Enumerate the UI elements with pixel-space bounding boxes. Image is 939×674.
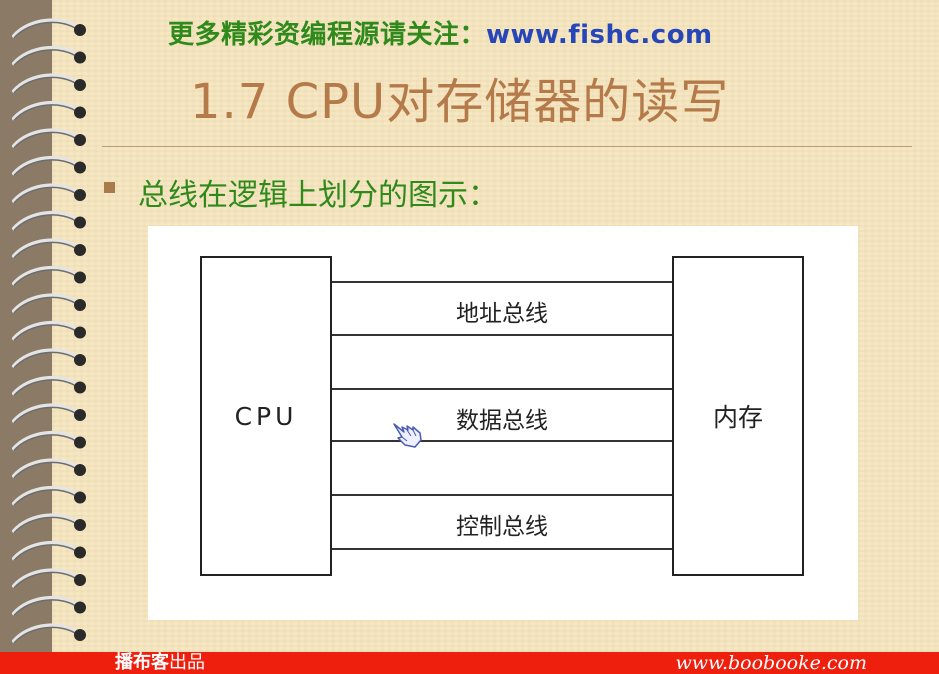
- binding-hole: [74, 216, 86, 229]
- binding-hole: [74, 519, 86, 531]
- footer-url[interactable]: www.boobooke.com: [675, 652, 867, 674]
- spiral-ring-shade: [13, 544, 79, 561]
- spiral-ring-shade: [13, 489, 79, 506]
- spiral-ring-shade: [13, 186, 79, 204]
- address-bus-label: 地址总线: [456, 301, 548, 327]
- binding-hole: [74, 51, 86, 64]
- binding-hole: [74, 299, 86, 311]
- title-divider: [102, 146, 912, 147]
- cpu-box: CPU: [200, 256, 332, 576]
- spiral-ring-shade: [13, 351, 79, 369]
- memory-box: 内存: [672, 256, 804, 576]
- footer-brand-name: 播布客: [115, 652, 169, 673]
- binding-hole: [74, 491, 86, 504]
- control-bus-top-line: [332, 494, 672, 496]
- spiral-ring-shade: [13, 406, 79, 424]
- bus-diagram: CPU 内存 地址总线 数据总线 控制总线: [148, 226, 858, 620]
- binding-hole: [74, 326, 86, 339]
- address-bus-top-line: [332, 281, 672, 283]
- binding-hole: [74, 24, 86, 36]
- binding-hole: [74, 381, 86, 394]
- footer-brand: 播布客出品: [115, 652, 205, 674]
- binding-hole: [74, 601, 86, 614]
- spiral-ring-shade: [13, 241, 79, 259]
- footer-bar: 播布客出品 www.boobooke.com: [0, 652, 939, 674]
- footer-brand-suffix: 出品: [169, 652, 205, 673]
- binding-hole: [74, 244, 86, 256]
- binding-hole: [74, 271, 86, 284]
- control-bus-label: 控制总线: [456, 514, 548, 540]
- spiral-ring-shade: [13, 214, 79, 231]
- spiral-ring-shade: [13, 461, 79, 479]
- spiral-ring-shade: [13, 379, 79, 396]
- bullet-text: 总线在逻辑上划分的图示：: [138, 178, 498, 213]
- binding-hole: [74, 106, 86, 119]
- spiral-ring-shade: [13, 131, 79, 149]
- spiral-ring-shade: [13, 296, 79, 314]
- control-bus-bottom-line: [332, 548, 672, 550]
- spiral-binding: [12, 18, 86, 644]
- binding-hole: [74, 79, 86, 91]
- spiral-ring-shade: [13, 571, 79, 589]
- spiral-ring-shade: [13, 434, 79, 451]
- binding-hole: [74, 436, 86, 449]
- spiral-ring-shade: [13, 49, 79, 66]
- binding-hole: [74, 464, 86, 476]
- data-bus-top-line: [332, 388, 672, 390]
- spiral-ring-shade: [13, 104, 79, 121]
- binding-hole: [74, 354, 86, 366]
- slide-title: 1.7 CPU对存储器的读写: [190, 74, 730, 130]
- spiral-ring-shade: [13, 599, 79, 616]
- promo-banner: 更多精彩资编程源请关注：www.fishc.com: [168, 14, 713, 51]
- spiral-ring-shade: [13, 76, 79, 94]
- bullet-square-icon: [104, 182, 115, 193]
- data-bus-label: 数据总线: [456, 408, 548, 434]
- hand-pointer-icon: [393, 423, 422, 448]
- spiral-ring-shade: [13, 516, 79, 534]
- binding-hole: [74, 546, 86, 559]
- binding-hole: [74, 189, 86, 201]
- binding-hole: [74, 134, 86, 146]
- promo-url: www.fishc.com: [486, 20, 713, 50]
- binding-hole: [74, 574, 86, 586]
- spiral-ring-shade: [13, 626, 79, 644]
- binding-hole: [74, 629, 86, 641]
- promo-text: 更多精彩资编程源请关注：: [168, 20, 487, 50]
- data-bus-bottom-line: [332, 440, 672, 442]
- binding-hole: [74, 161, 86, 174]
- binding-hole: [74, 409, 86, 421]
- spiral-ring-shade: [13, 21, 79, 39]
- spiral-ring-shade: [13, 269, 79, 286]
- spiral-ring-shade: [13, 159, 79, 176]
- address-bus-bottom-line: [332, 334, 672, 336]
- spiral-ring-shade: [13, 324, 79, 341]
